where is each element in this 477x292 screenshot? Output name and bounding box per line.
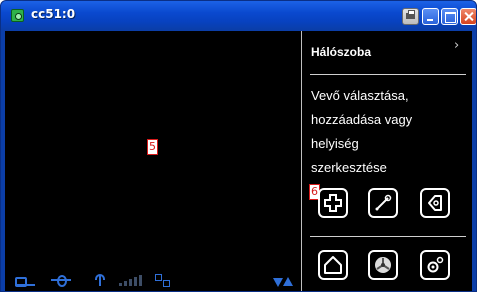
divider (310, 74, 466, 75)
back-icon (428, 195, 442, 211)
window-title: cc51:0 (31, 7, 76, 21)
chevron-right-icon[interactable]: › (454, 39, 459, 52)
settings-icon (427, 256, 444, 273)
signal-bars-icon (119, 274, 145, 286)
edit-button[interactable] (368, 188, 398, 218)
topology-icon (155, 274, 171, 287)
scroll-up-icon[interactable] (283, 277, 293, 286)
network-icon (51, 274, 71, 287)
description-line: Vevő választása, (311, 88, 409, 103)
wrench-icon (375, 194, 392, 211)
close-button[interactable] (460, 8, 476, 25)
print-button[interactable] (402, 8, 419, 25)
title-bar[interactable]: cc51:0 (1, 1, 476, 30)
antenna-icon (95, 274, 105, 286)
add-icon (324, 194, 342, 212)
fan-icon (375, 257, 391, 273)
maximize-button[interactable] (441, 8, 458, 25)
home-button[interactable] (318, 250, 348, 280)
description-line: szerkesztése (311, 160, 387, 175)
description-line: helyiség (311, 136, 359, 151)
marker-5: 5 (147, 139, 158, 155)
description-line: hozzáadása vagy (311, 112, 413, 127)
minimize-button[interactable] (422, 8, 439, 25)
panel-title: Hálószoba (311, 45, 372, 59)
scroll-controls (273, 276, 295, 288)
fan-button[interactable] (368, 250, 398, 280)
home-icon (324, 256, 342, 274)
settings-button[interactable] (420, 250, 450, 280)
add-button[interactable] (318, 188, 348, 218)
panel-description: Vevő választása, hozzáadása vagy helyisé… (311, 84, 467, 180)
side-panel: Hálószoba › Vevő választása, hozzáadása … (301, 31, 472, 291)
plug-icon (15, 274, 35, 287)
app-window: cc51:0 5 Hálószoba › Vevő választása, ho… (0, 0, 477, 292)
scroll-down-icon[interactable] (273, 278, 283, 287)
app-icon (11, 9, 24, 22)
divider (310, 236, 466, 237)
back-button[interactable] (420, 188, 450, 218)
video-area[interactable]: 5 (5, 31, 301, 291)
client-area: 5 Hálószoba › Vevő választása, hozzáadás… (5, 31, 472, 291)
